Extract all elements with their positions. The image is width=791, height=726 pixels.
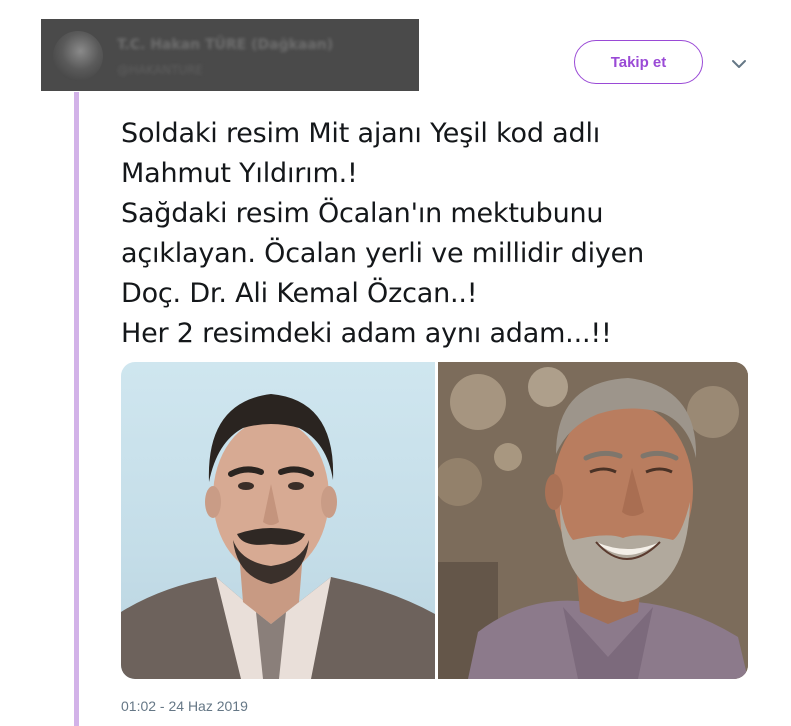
tweet-timestamp[interactable]: 01:02 - 24 Haz 2019 [121, 698, 248, 714]
right-photo-portrait [438, 362, 748, 679]
tweet-text-line: Sağdaki resim Öcalan'ın mektubunu [121, 198, 604, 229]
tweet-text-line: Doç. Dr. Ali Kemal Özcan..! [121, 278, 478, 309]
follow-button[interactable]: Takip et [574, 40, 703, 84]
thread-line [74, 92, 79, 726]
left-photo[interactable] [121, 362, 435, 679]
right-photo[interactable] [438, 362, 748, 679]
author-header[interactable]: T.C. Hakan TÜRE (Dağkaan) @HAKANTURE [41, 19, 419, 91]
tweet-text-line: Soldaki resim Mit ajanı Yeşil kod adlı [121, 118, 601, 149]
tweet-text: Soldaki resim Mit ajanı Yeşil kod adlı M… [121, 114, 761, 354]
tweet-text-line: açıklayan. Öcalan yerli ve millidir diye… [121, 238, 644, 269]
author-handle[interactable]: @HAKANTURE [117, 63, 203, 77]
left-photo-portrait [121, 394, 435, 679]
tweet-text-line: Her 2 resimdeki adam aynı adam...!! [121, 318, 612, 349]
tweet-media[interactable] [121, 362, 748, 679]
author-name[interactable]: T.C. Hakan TÜRE (Dağkaan) [117, 37, 333, 53]
tweet-text-line: Mahmut Yıldırım.! [121, 158, 358, 189]
chevron-down-icon[interactable] [728, 53, 750, 75]
avatar[interactable] [53, 31, 103, 81]
